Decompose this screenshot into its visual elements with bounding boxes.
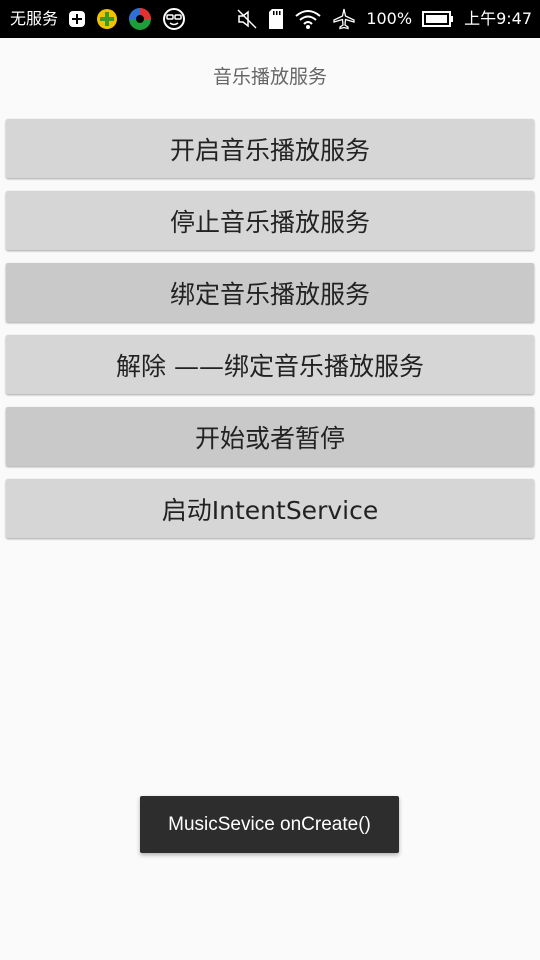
clock: 上午9:47 [464, 9, 532, 28]
unbind-music-service-button[interactable]: 解除 ——绑定音乐播放服务 [6, 335, 534, 394]
sd-card-icon [268, 8, 284, 30]
security-app-icon [128, 7, 152, 31]
page-title: 音乐播放服务 [212, 66, 327, 88]
toast-message: MusicSevice onCreate() [140, 796, 399, 853]
status-bar: 无服务 100% 上午9:47 [0, 0, 540, 38]
game-app-icon [96, 8, 118, 30]
carrier-text: 无服务 [10, 9, 59, 28]
stop-music-service-button[interactable]: 停止音乐播放服务 [6, 191, 534, 250]
play-pause-button[interactable]: 开始或者暂停 [6, 407, 534, 466]
bind-music-service-button[interactable]: 绑定音乐播放服务 [6, 263, 534, 322]
wifi-icon [294, 8, 322, 30]
add-notification-icon [68, 10, 86, 28]
battery-percent: 100% [366, 9, 413, 28]
battery-icon [422, 10, 454, 28]
mute-icon [236, 8, 258, 30]
start-music-service-button[interactable]: 开启音乐播放服务 [6, 119, 534, 178]
airplane-mode-icon [332, 7, 356, 31]
face-app-icon [162, 7, 186, 31]
start-intent-service-button[interactable]: 启动IntentService [6, 479, 534, 538]
